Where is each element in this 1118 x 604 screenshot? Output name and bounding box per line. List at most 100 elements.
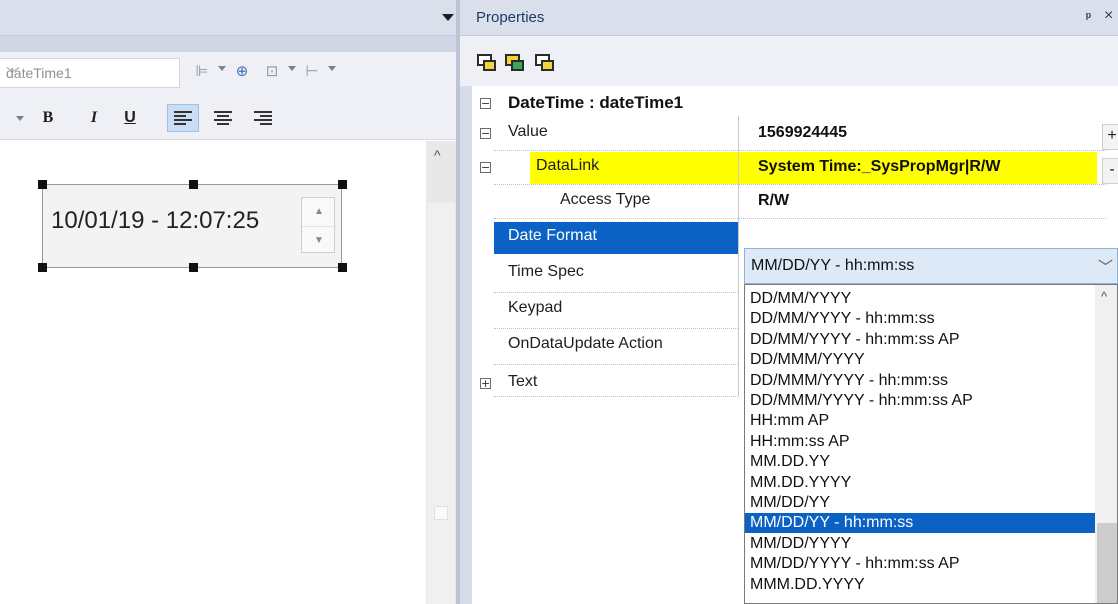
collapse-icon[interactable]: − <box>480 98 491 109</box>
object-selector[interactable]: dateTime1 ﹀ <box>0 58 180 88</box>
grid-line <box>494 184 738 185</box>
date-format-option[interactable]: HH:mm:ss AP <box>745 432 1095 452</box>
datetime-spinner[interactable]: ▲ ▼ <box>301 197 336 254</box>
design-canvas[interactable]: 10/01/19 - 12:07:25 ▲ ▼ <box>0 141 426 604</box>
date-format-option[interactable]: MMM.DD.YYYY <box>745 575 1095 595</box>
properties-view-icon[interactable] <box>476 52 498 74</box>
editor-pane: dateTime1 ﹀ ⊫ ⊕ ⊡ ⊢ B I U 10/01/19 - 12:… <box>0 0 460 604</box>
date-format-option[interactable]: MM.DD.YYYY <box>745 473 1095 493</box>
panel-dropdown-icon[interactable] <box>442 14 454 21</box>
dropdown-scroll-thumb[interactable] <box>1097 523 1117 603</box>
resize-handle-se[interactable] <box>338 263 347 272</box>
grid-column-divider <box>738 116 739 396</box>
property-name-ondataupdate: OnDataUpdate Action <box>508 335 663 352</box>
chevron-down-icon[interactable]: ﹀ <box>1098 256 1113 277</box>
add-value-button[interactable]: + <box>1102 124 1118 150</box>
resize-handle-ne[interactable] <box>338 180 347 189</box>
property-row-access-type[interactable]: Access Type R/W <box>472 184 1118 220</box>
grid-line <box>494 396 738 397</box>
editor-header-strip <box>0 0 460 36</box>
date-format-option[interactable]: DD/MMM/YYYY - hh:mm:ss <box>745 371 1095 391</box>
property-value-value[interactable]: 1569924445 <box>758 124 847 142</box>
group-objects-icon[interactable]: ⊡ <box>262 62 282 82</box>
grid-line <box>494 218 738 219</box>
font-size-dropdown-icon[interactable] <box>16 116 24 121</box>
align-dropdown-icon[interactable] <box>218 66 226 71</box>
date-format-option[interactable]: MM/DD/YY <box>745 493 1095 513</box>
property-value-datalink[interactable]: System Time:_SysPropMgr|R/W <box>758 158 1000 176</box>
align-left-icon[interactable]: ⊫ <box>192 62 212 82</box>
grid-gutter <box>460 86 472 604</box>
align-text-center-icon <box>214 111 232 125</box>
date-format-option[interactable]: MM.DD.YY <box>745 452 1095 472</box>
property-name-text: Text <box>508 373 538 390</box>
category-label: DateTime : dateTime1 <box>508 93 684 112</box>
properties-header: Properties ᵖ × <box>460 0 1118 36</box>
pin-icon[interactable]: ᵖ <box>1086 9 1091 24</box>
property-name-datalink: DataLink <box>536 157 600 174</box>
date-format-dropdown-list[interactable]: DD/MM/YYYY DD/MM/YYYY - hh:mm:ss DD/MM/YYY… <box>744 284 1118 604</box>
dropdown-scrollbar[interactable]: ^ <box>1095 285 1117 603</box>
date-format-combo[interactable]: MM/DD/YY - hh:mm:ss ﹀ <box>744 248 1118 284</box>
italic-button[interactable]: I <box>82 104 106 132</box>
align-text-left-icon <box>174 111 192 125</box>
date-format-option[interactable]: DD/MM/YYYY <box>745 289 1095 309</box>
align-text-right-button[interactable] <box>248 104 278 132</box>
align-text-center-button[interactable] <box>208 104 238 132</box>
date-format-option[interactable]: MM/DD/YYYY - hh:mm:ss AP <box>745 554 1095 574</box>
canvas-scroll-thumb[interactable] <box>427 203 455 604</box>
spin-down-icon[interactable]: ▼ <box>302 226 336 254</box>
underline-button[interactable]: U <box>118 104 142 132</box>
property-name-value: Value <box>508 123 548 140</box>
collapse-icon[interactable]: − <box>480 128 491 139</box>
grid-line <box>739 184 1106 185</box>
resize-handle-nw[interactable] <box>38 180 47 189</box>
resize-handle-s[interactable] <box>189 263 198 272</box>
date-format-option[interactable]: DD/MMM/YYYY <box>745 350 1095 370</box>
resize-handle-n[interactable] <box>189 180 198 189</box>
spacing-dropdown-icon[interactable] <box>328 66 336 71</box>
events-view-icon[interactable] <box>504 52 526 74</box>
property-name-access-type: Access Type <box>560 191 651 208</box>
date-format-option[interactable]: MM/DD/YY - hh:mm:ss <box>745 513 1095 534</box>
grid-line <box>494 292 738 293</box>
date-format-option[interactable]: MM/DD/YYYY <box>745 534 1095 554</box>
spin-up-icon[interactable]: ▲ <box>302 198 336 226</box>
scroll-grip <box>434 506 448 520</box>
align-text-right-icon <box>254 111 272 125</box>
datetime-widget-value: 10/01/19 - 12:07:25 <box>51 207 260 234</box>
remove-datalink-button[interactable]: - <box>1102 158 1118 184</box>
datetime-widget[interactable]: 10/01/19 - 12:07:25 ▲ ▼ <box>42 184 342 268</box>
collapse-icon[interactable]: − <box>480 162 491 173</box>
properties-title: Properties <box>476 9 545 26</box>
property-row-value[interactable]: − Value 1569924445 <box>472 116 1118 152</box>
close-icon[interactable]: × <box>1104 7 1113 25</box>
chevron-down-icon: ﹀ <box>6 66 20 82</box>
scroll-up-icon[interactable]: ^ <box>1101 289 1107 304</box>
bold-button[interactable]: B <box>36 104 60 132</box>
center-objects-icon[interactable]: ⊕ <box>232 62 252 82</box>
advanced-view-icon[interactable] <box>534 52 556 74</box>
property-value-access-type[interactable]: R/W <box>758 192 789 210</box>
grid-line <box>494 364 738 365</box>
group-dropdown-icon[interactable] <box>288 66 296 71</box>
grid-line <box>739 218 1106 219</box>
date-format-option[interactable]: DD/MMM/YYYY - hh:mm:ss AP <box>745 391 1095 411</box>
space-evenly-icon[interactable]: ⊢ <box>302 62 322 82</box>
resize-handle-sw[interactable] <box>38 263 47 272</box>
grid-line <box>494 150 738 151</box>
scroll-up-icon[interactable]: ^ <box>434 147 441 163</box>
date-format-option[interactable]: DD/MM/YYYY - hh:mm:ss AP <box>745 330 1095 350</box>
date-format-option[interactable]: DD/MM/YYYY - hh:mm:ss <box>745 309 1095 329</box>
property-row-datalink[interactable]: − DataLink System Time:_SysPropMgr|R/W <box>472 150 1118 186</box>
properties-toolbar <box>460 36 1118 86</box>
grid-line <box>494 328 738 329</box>
align-text-left-button[interactable] <box>167 104 199 132</box>
canvas-scrollbar[interactable]: ^ <box>426 141 456 604</box>
property-name-keypad: Keypad <box>508 299 563 316</box>
property-name-date-format: Date Format <box>508 227 597 244</box>
date-format-option[interactable]: HH:mm AP <box>745 411 1095 431</box>
editor-header <box>0 0 460 52</box>
property-name-time-spec: Time Spec <box>508 263 584 280</box>
expand-icon[interactable]: + <box>480 378 491 389</box>
